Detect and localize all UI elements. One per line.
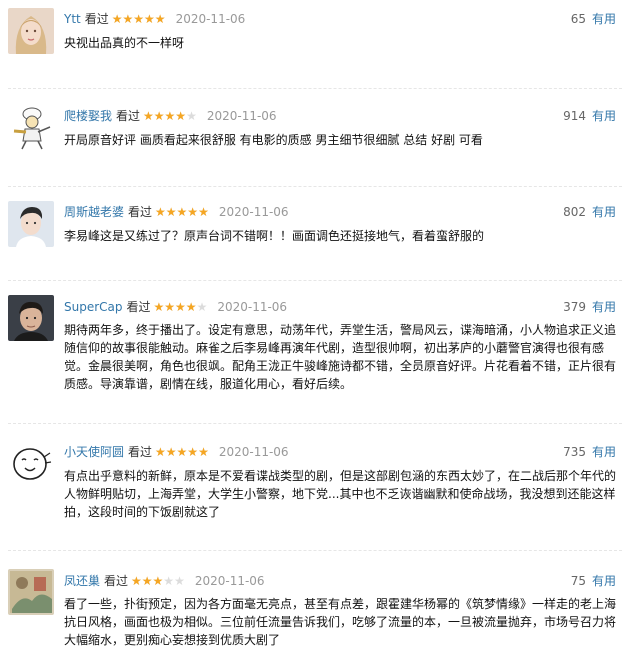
author-link[interactable]: 爬楼娶我 [64,109,112,123]
review-meta: 周斯越老婆 看过 ★★★★★ ★★★★★ 2020-11-06 [64,204,289,220]
rated-label: 看过 [104,574,129,588]
divider [8,423,622,424]
star-fill: ★★★★★ [143,109,187,123]
author-link[interactable]: 小天使阿圆 [64,445,124,459]
vote-box: 75 有用 [571,573,616,589]
review-content: 开局原音好评 画质看起来很舒服 有电影的质感 男主细节很细腻 总结 好剧 可看 [64,133,483,147]
cartoon-chef-avatar-icon [8,105,54,151]
star-rating: ★★★★★★★★★★ [155,445,209,459]
review-content: 有点出乎意料的新鲜，原本是不爱看谍战类型的剧，但是这部剧包涵的东西太妙了，在二战… [64,469,617,519]
vote-count: 75 [570,574,586,588]
vote-box: 802 有用 [563,204,616,220]
review-meta: Ytt 看过 ★★★★★ ★★★★★ 2020-11-06 [64,11,245,27]
vote-box: 379 有用 [563,299,616,315]
star-fill: ★★★★★ [131,574,164,588]
user-photo-avatar-icon [8,295,54,341]
rated-label: 看过 [116,109,141,123]
rated-label: 看过 [126,300,151,314]
divider [8,280,622,281]
vote-count: 735 [563,445,586,459]
rated-label: 看过 [128,445,153,459]
review-meta: 爬楼娶我看过★★★★★★★★★★ 2020-11-06 [64,108,277,124]
vote-count: 379 [563,300,586,314]
vote-box: 914 有用 [563,108,616,124]
review-content: 期待两年多，终于播出了。设定有意思，动荡年代，弄堂生活，警局风云，谍海暗涌，小人… [64,323,617,391]
useful-button[interactable]: 有用 [592,109,616,123]
review-date: 2020-11-06 [218,445,289,459]
user-avatar[interactable] [8,295,54,341]
review-date: 2020-11-06 [175,12,246,26]
star-rating: ★★★★★★★★★★ [143,109,197,123]
vote-count: 802 [563,205,586,219]
star-rating: ★★★★★★★★★★ [131,574,185,588]
useful-button[interactable]: 有用 [592,445,616,459]
divider [8,88,622,89]
smiley-doodle-avatar-icon [8,439,54,485]
review-content: 看了一些，扑街预定，因为各方面毫无亮点，甚至有点差，跟霍建华杨幂的《筑梦情缘》一… [64,597,617,647]
star-rating: ★★★★★★★★★★ [111,12,166,26]
star-rating: ★★★★★★★★★★ [153,300,208,314]
useful-button[interactable]: 有用 [592,205,616,219]
author-link[interactable]: Ytt [64,12,81,26]
user-photo-avatar-icon [8,8,54,54]
user-avatar[interactable] [8,8,54,54]
star-fill: ★★★★★ [111,12,166,26]
user-photo-avatar-icon [8,201,54,247]
review-date: 2020-11-06 [194,574,265,588]
review-date: 2020-11-06 [218,205,289,219]
review-content: 李易峰这是又练过了？原声台词不错啊！！画面调色还挺接地气，看着蛮舒服的 [64,229,485,243]
user-avatar[interactable] [8,569,54,615]
vote-count: 65 [570,12,586,26]
divider [8,186,622,187]
review-date: 2020-11-06 [217,300,288,314]
useful-button[interactable]: 有用 [592,574,616,588]
painting-avatar-icon [8,569,54,615]
user-avatar[interactable] [8,105,54,151]
author-link[interactable]: SuperCap [64,300,123,314]
author-link[interactable]: 周斯越老婆 [64,205,124,219]
divider [8,550,622,551]
rated-label: 看过 [128,205,153,219]
rated-label: 看过 [84,12,109,26]
review-content: 央视出品真的不一样呀 [64,36,185,50]
review-meta: 小天使阿圆 看过 ★★★★★ ★★★★★ 2020-11-06 [64,444,289,460]
useful-button[interactable]: 有用 [592,12,616,26]
user-avatar[interactable] [8,439,54,485]
useful-button[interactable]: 有用 [592,300,616,314]
star-fill: ★★★★★ [153,300,197,314]
review-meta: SuperCap看过★★★★★★★★★★ 2020-11-06 [64,299,287,315]
star-fill: ★★★★★ [155,205,209,219]
vote-box: 65 有用 [571,11,616,27]
star-rating: ★★★★★★★★★★ [155,205,209,219]
review-list: Ytt 看过 ★★★★★ ★★★★★ 2020-11-06 65 有用 央视出品真的不一样… [0,0,640,667]
review-meta: 凤还巢看过★★★★★★★★★★ 2020-11-06 [64,573,265,589]
star-fill: ★★★★★ [155,445,209,459]
vote-count: 914 [563,109,586,123]
vote-box: 735 有用 [563,444,616,460]
author-link[interactable]: 凤还巢 [64,574,100,588]
user-avatar[interactable] [8,201,54,247]
review-date: 2020-11-06 [206,109,277,123]
